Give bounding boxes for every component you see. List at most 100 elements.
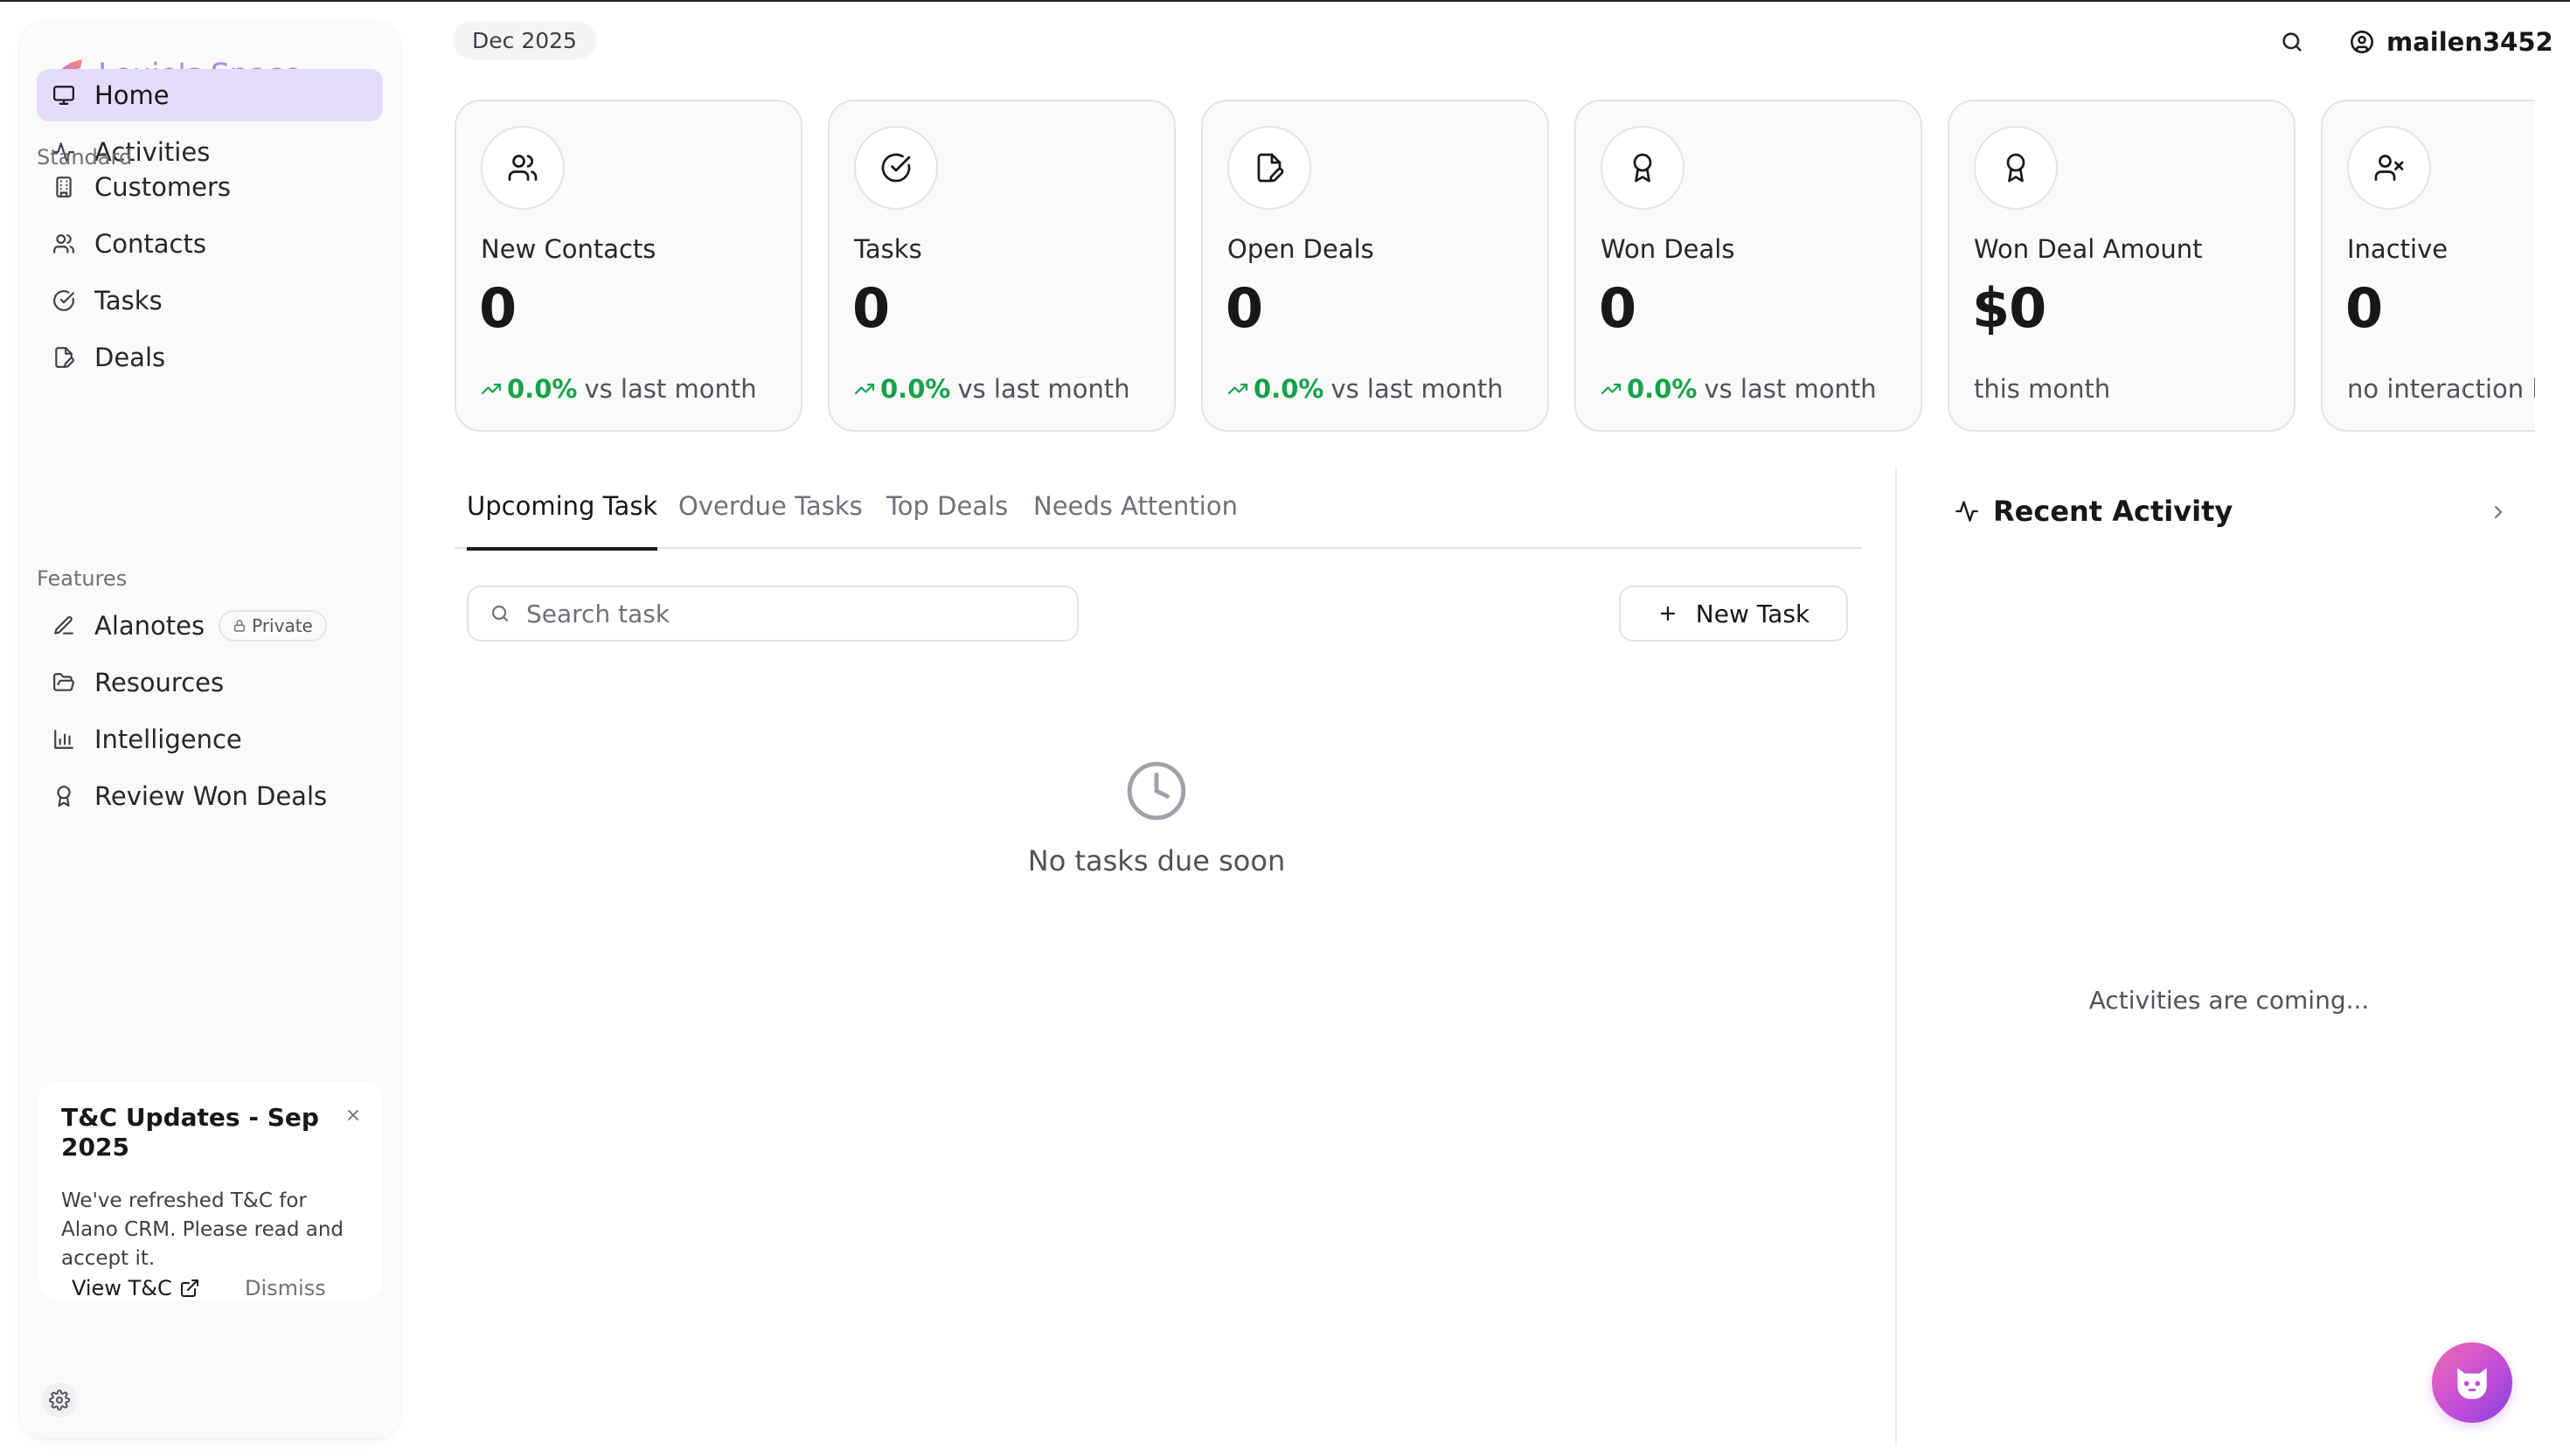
trend-indicator: 0.0%	[1227, 374, 1323, 404]
nav-item-customers[interactable]: Customers	[37, 161, 383, 213]
nav-item-deals[interactable]: Deals	[37, 331, 383, 384]
trending-up-icon	[481, 383, 502, 395]
private-badge-label: Private	[252, 615, 313, 636]
nav-section-features: Features	[37, 566, 128, 591]
sidebar: Louie's Space Home Activities Standard C…	[19, 21, 400, 1439]
stat-value: 0	[1599, 276, 1636, 340]
stat-footer: 0.0% vs last month	[1227, 374, 1504, 404]
global-search-button[interactable]	[2276, 26, 2308, 58]
panel-divider	[1895, 467, 1897, 1446]
pen-icon	[49, 611, 79, 641]
stat-card-tasks[interactable]: Tasks 0 0.0% vs last month	[828, 100, 1176, 432]
stats-row: New Contacts 0 0.0% vs last month Tasks …	[453, 98, 2535, 435]
nav-item-alanotes[interactable]: Alanotes Private	[37, 600, 383, 652]
nav-item-label: Alanotes	[94, 611, 205, 641]
stat-label: Won Deals	[1601, 234, 1735, 264]
task-search-box	[467, 586, 1079, 641]
date-selector[interactable]: Dec 2025	[453, 21, 596, 59]
stat-card-new-contacts[interactable]: New Contacts 0 0.0% vs last month	[455, 100, 802, 432]
username: mailen3452	[2386, 27, 2553, 57]
stat-card-won-deals[interactable]: Won Deals 0 0.0% vs last month	[1574, 100, 1922, 432]
nav-item-label: Tasks	[94, 286, 163, 315]
stat-card-open-deals[interactable]: Open Deals 0 0.0% vs last month	[1201, 100, 1549, 432]
close-icon	[348, 1110, 358, 1120]
trending-up-icon	[1601, 383, 1622, 395]
private-badge: Private	[219, 610, 327, 641]
trend-value: 0.0%	[1254, 374, 1324, 404]
recent-activity-title: Recent Activity	[1993, 495, 2233, 528]
stat-label: Inactive	[2347, 234, 2448, 264]
nav-item-label: Resources	[94, 668, 225, 697]
empty-state-text: No tasks due soon	[1027, 844, 1286, 877]
close-notice-button[interactable]	[341, 1103, 365, 1127]
stat-label: Won Deal Amount	[1974, 234, 2203, 264]
user-circle-icon	[2351, 31, 2373, 53]
nav-item-resources[interactable]: Resources	[37, 656, 383, 709]
notice-body: We've refreshed T&C for Alano CRM. Pleas…	[61, 1189, 344, 1270]
trend-value: 0.0%	[507, 374, 578, 404]
user-menu[interactable]: mailen3452	[2350, 23, 2553, 61]
nav-item-label: Contacts	[94, 229, 206, 259]
recent-activity-header: Recent Activity	[1955, 489, 2233, 533]
tc-update-notice: T&C Updates - Sep 2025 We've refreshed T…	[38, 1082, 383, 1300]
trending-up-icon	[854, 383, 875, 395]
stat-caption: this month	[1974, 374, 2111, 404]
trending-up-icon	[1227, 383, 1248, 395]
nav-item-review-won-deals[interactable]: Review Won Deals	[37, 770, 383, 822]
nav-item-tasks[interactable]: Tasks	[37, 274, 383, 327]
trend-indicator: 0.0%	[1601, 374, 1697, 404]
nav-item-label: Home	[94, 80, 170, 110]
circle-check-icon	[854, 126, 938, 210]
gear-icon	[49, 1390, 70, 1411]
view-tc-label: View T&C	[72, 1276, 172, 1300]
circle-check-icon	[49, 286, 79, 315]
new-task-label: New Task	[1695, 599, 1810, 628]
stat-label: Open Deals	[1227, 234, 1374, 264]
trend-indicator: 0.0%	[854, 374, 950, 404]
dismiss-notice-button[interactable]: Dismiss	[245, 1272, 326, 1304]
trend-indicator: 0.0%	[481, 374, 577, 404]
tab-top-deals[interactable]: Top Deals	[886, 486, 1008, 549]
stat-card-won-deal-amount[interactable]: Won Deal Amount $0 this month	[1948, 100, 2296, 432]
settings-button[interactable]	[42, 1383, 77, 1418]
award-icon	[1974, 126, 2058, 210]
lock-icon	[234, 620, 246, 632]
stat-footer: 0.0% vs last month	[481, 374, 757, 404]
tab-overdue-tasks[interactable]: Overdue Tasks	[678, 486, 863, 549]
tab-upcoming-task[interactable]: Upcoming Task	[467, 486, 658, 551]
tab-needs-attention[interactable]: Needs Attention	[1033, 486, 1238, 549]
folder-open-icon	[49, 668, 79, 697]
task-tabs: Upcoming Task Overdue Tasks Top Deals Ne…	[455, 486, 1862, 551]
trend-value: 0.0%	[880, 374, 951, 404]
bar-chart-icon	[49, 725, 79, 754]
stat-value: 0	[852, 276, 890, 340]
user-x-icon	[2347, 126, 2431, 210]
stat-value: 0	[2345, 276, 2383, 340]
building-icon	[49, 172, 79, 202]
nav-item-home[interactable]: Home	[37, 69, 383, 121]
recent-activity-expand-button[interactable]	[2484, 498, 2512, 526]
chevron-right-icon	[2495, 506, 2502, 518]
award-icon	[1601, 126, 1684, 210]
assistant-chat-button[interactable]	[2432, 1342, 2512, 1423]
users-icon	[481, 126, 565, 210]
new-task-button[interactable]: New Task	[1619, 586, 1848, 641]
users-icon	[49, 229, 79, 259]
notice-title: T&C Updates - Sep 2025	[61, 1103, 319, 1161]
nav-item-label: Review Won Deals	[94, 781, 328, 811]
activity-pulse-icon	[1955, 501, 1978, 522]
stat-footer: 0.0% vs last month	[1601, 374, 1877, 404]
plus-icon	[1660, 606, 1675, 621]
nav-item-intelligence[interactable]: Intelligence	[37, 713, 383, 766]
stat-card-inactive[interactable]: Inactive 0 no interaction last	[2321, 100, 2535, 432]
trend-caption: vs last month	[1704, 374, 1877, 404]
nav-item-label: Deals	[94, 343, 166, 372]
view-tc-link[interactable]: View T&C	[61, 1272, 211, 1304]
external-link-icon	[180, 1279, 198, 1297]
task-search-input[interactable]	[526, 599, 1051, 628]
monitor-icon	[49, 80, 79, 110]
award-icon	[49, 781, 79, 811]
nav-item-contacts[interactable]: Contacts	[37, 218, 383, 270]
trend-caption: vs last month	[957, 374, 1130, 404]
nav-item-label: Intelligence	[94, 725, 242, 754]
